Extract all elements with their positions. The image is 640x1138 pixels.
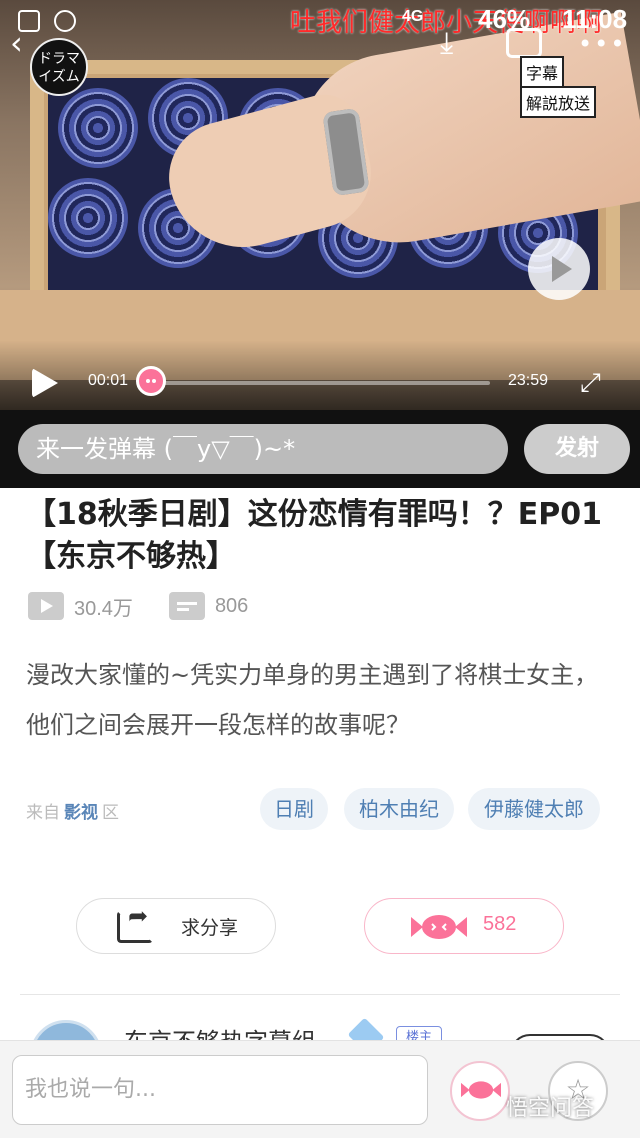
candy-button[interactable]: 582 [364, 898, 564, 954]
tag-chip[interactable]: 伊藤健太郎 [468, 788, 600, 830]
center-play-icon[interactable] [528, 238, 590, 300]
current-time: 00:01 [88, 372, 129, 389]
candy-icon [411, 915, 467, 939]
tag-chip[interactable]: 日剧 [260, 788, 328, 830]
download-icon[interactable]: ⤓ [440, 26, 474, 61]
video-title: 【18秋季日剧】这份恋情有罪吗！？EP01【东京不够热】 [26, 497, 602, 574]
player-controls: 00:01 23:59 ⤢ [0, 358, 640, 408]
channel-logo: ドラマイズム [30, 38, 88, 96]
video-detail-page: 吐我们健太郎小天使啊啊啊 4G 46% 11:08 ‹ ドラマイズム ⤓ •••… [0, 0, 640, 1138]
danmaku-count: 806 [214, 594, 249, 617]
duration: 23:59 [508, 372, 549, 389]
progress-thumb[interactable] [136, 366, 166, 396]
subtitle-tag: 字幕 [520, 56, 565, 88]
fullscreen-icon[interactable]: ⤢ [580, 368, 610, 398]
send-danmaku-button[interactable]: 发射 [524, 424, 630, 474]
candy-count: 582 [483, 913, 517, 935]
source-zone: 来自 影视区 [26, 803, 119, 823]
divider [20, 994, 620, 995]
play-icon[interactable] [28, 366, 60, 398]
share-icon [117, 902, 153, 943]
shield-icon [54, 10, 76, 32]
play-count-icon [28, 592, 64, 620]
tag-chip[interactable]: 柏木由纪 [344, 788, 454, 830]
zone-link[interactable]: 影视 [64, 803, 98, 823]
progress-track[interactable] [160, 381, 490, 385]
video-description: 漫改大家懂的~凭实力单身的男主遇到了将棋士女主，他们之间会展开一段怎样的故事呢？ [26, 661, 599, 739]
danmaku-bar: 来一发弹幕 (￣y▽￣)~* 发射 [0, 410, 640, 488]
status-bar: 吐我们健太郎小天使啊啊啊 4G 46% 11:08 [0, 0, 640, 44]
comment-input[interactable]: 我也说一句... [12, 1055, 428, 1125]
share-button[interactable]: 求分享 [76, 898, 276, 954]
danmaku-count-icon [168, 592, 205, 620]
video-stats: 30.4万 806 [28, 590, 284, 622]
candy-icon[interactable] [450, 1061, 510, 1121]
play-count: 30.4万 [74, 597, 133, 620]
comment-bar: 我也说一句... ☆ [0, 1040, 640, 1138]
share-label: 求分享 [181, 917, 239, 939]
tv-icon[interactable] [506, 28, 542, 58]
video-player[interactable]: 吐我们健太郎小天使啊啊啊 4G 46% 11:08 ‹ ドラマイズム ⤓ •••… [0, 0, 640, 410]
danmaku-input[interactable]: 来一发弹幕 (￣y▽￣)~* [18, 424, 508, 474]
more-dots-icon[interactable]: ••• [578, 30, 626, 58]
network-indicator: 4G [402, 8, 424, 25]
broadcast-tag: 解説放送 [520, 86, 597, 118]
corner-watermark: 悟空问答 [506, 1096, 595, 1121]
